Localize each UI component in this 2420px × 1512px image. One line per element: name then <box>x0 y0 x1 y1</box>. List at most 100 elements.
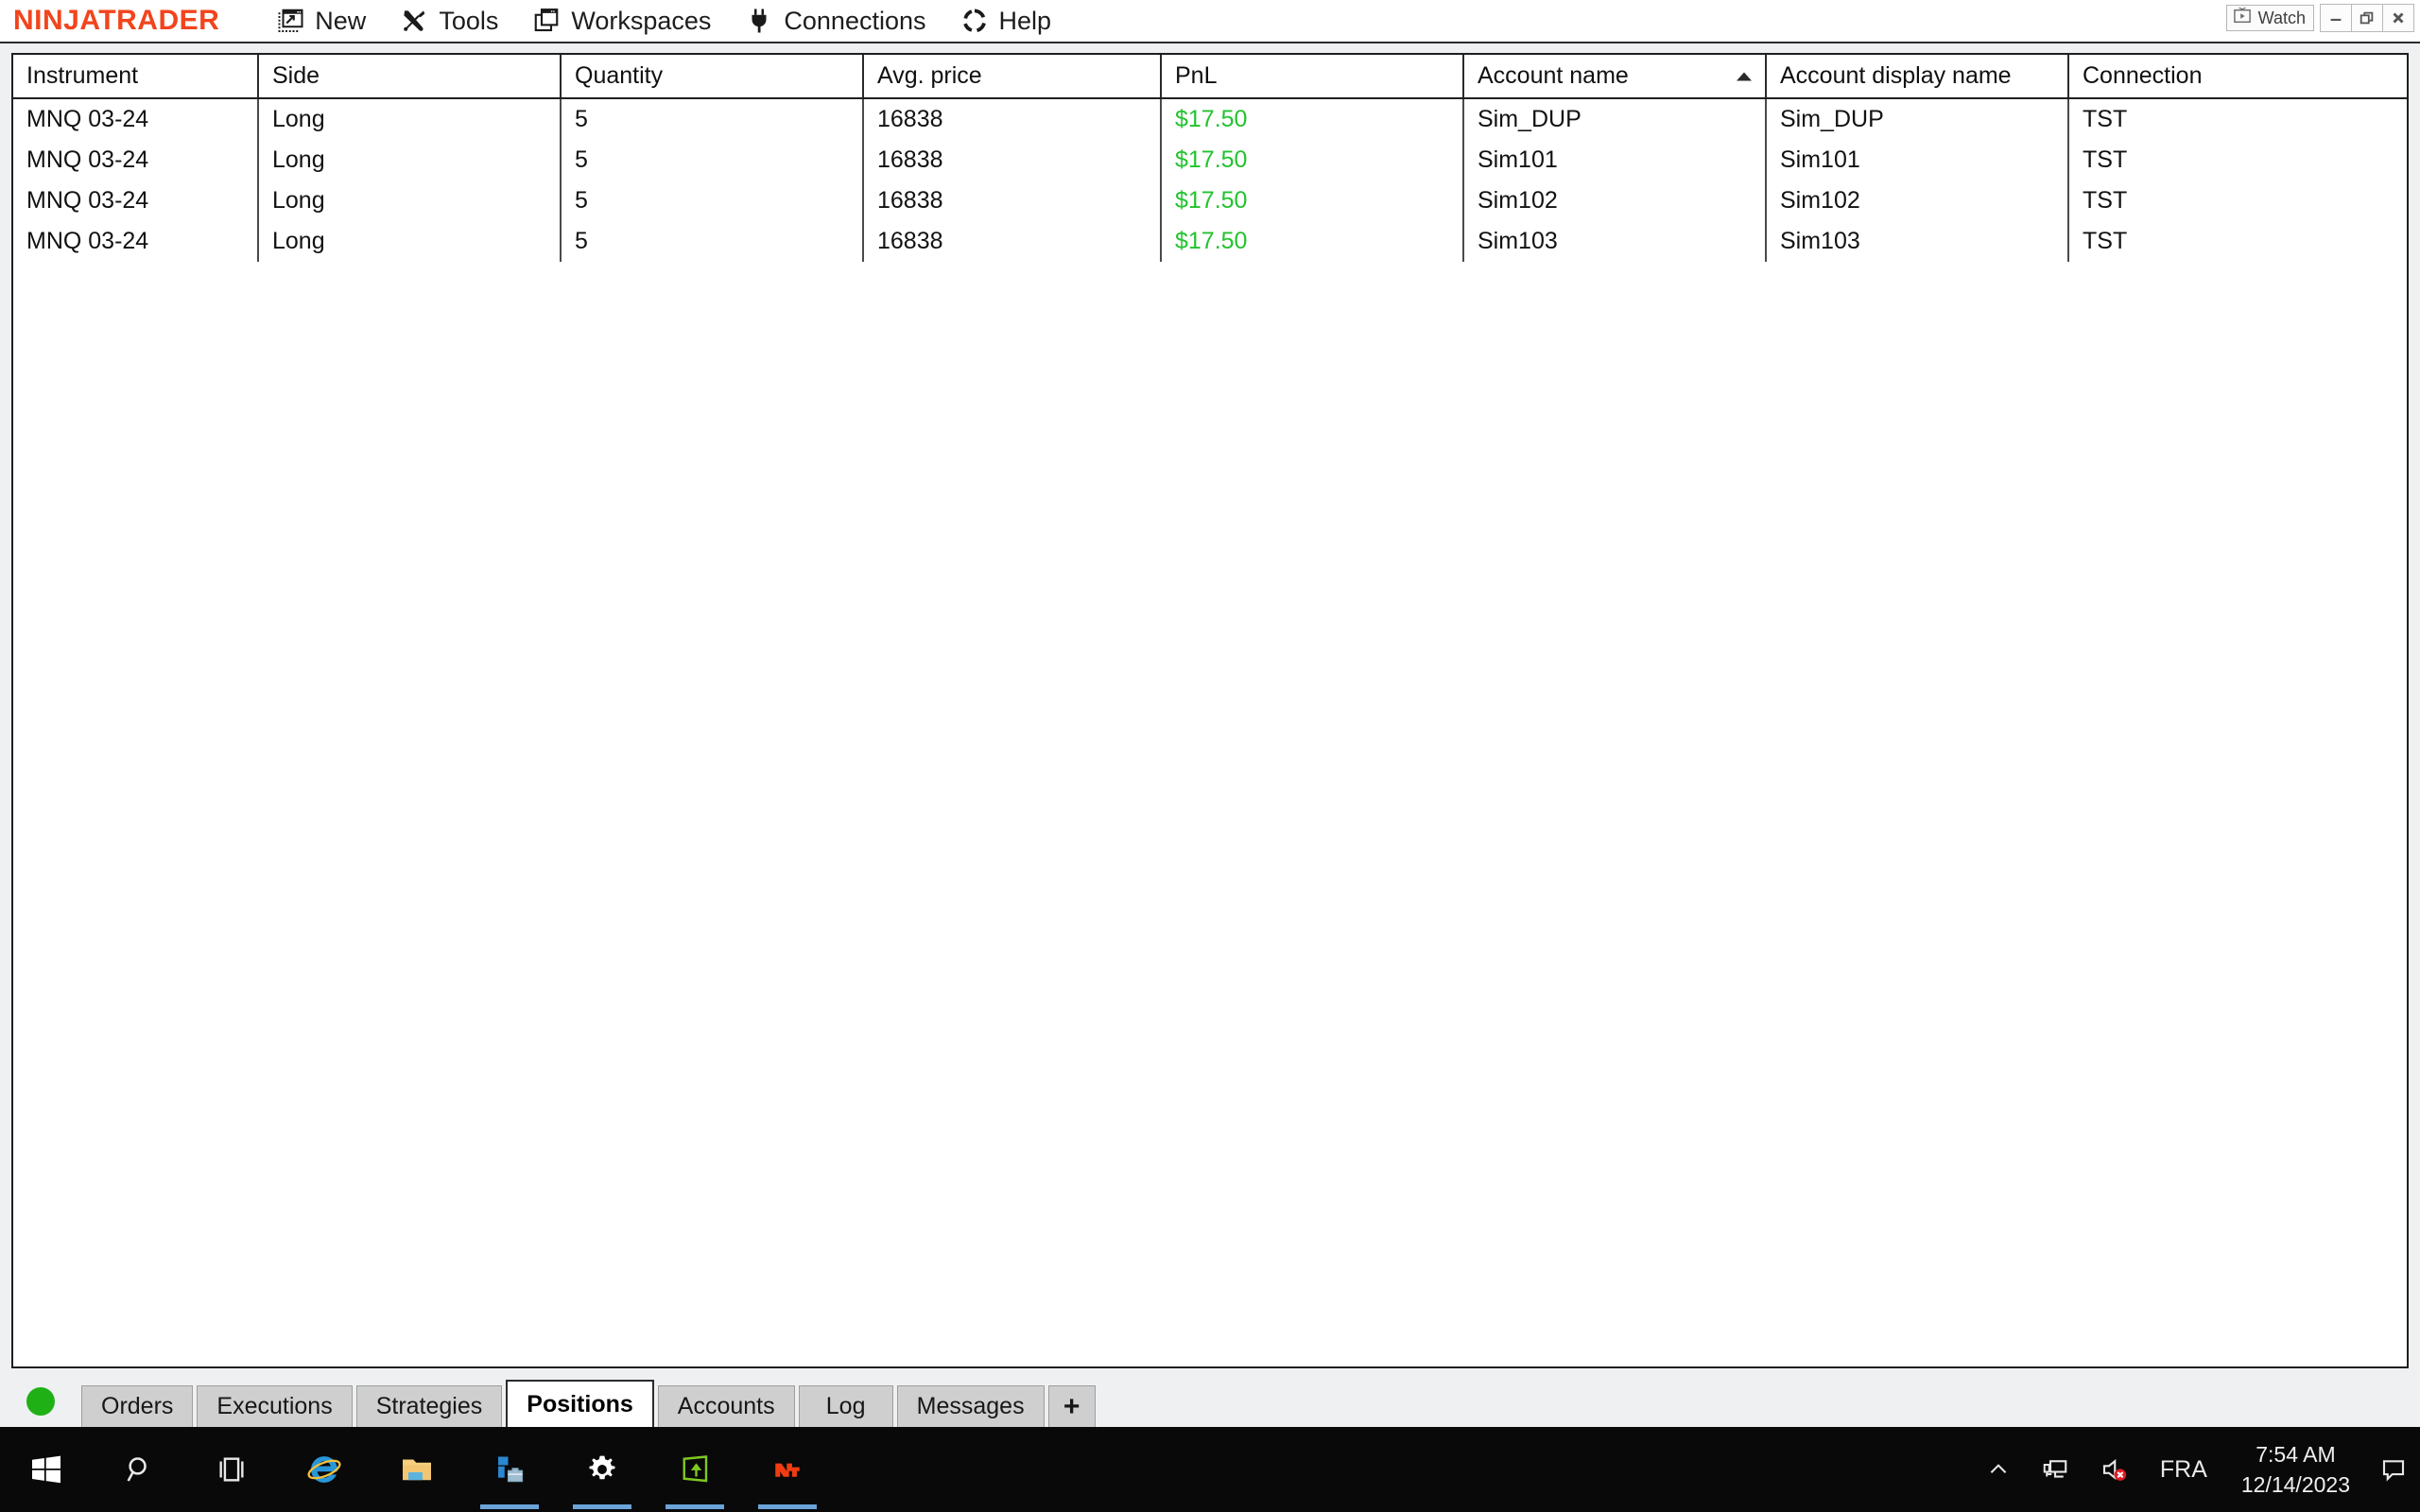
menu-item-workspaces-label: Workspaces <box>571 6 712 35</box>
cell-avg-price: 16838 <box>877 187 943 214</box>
window-controls: Watch <box>2225 4 2414 32</box>
action-center-icon[interactable] <box>2367 1427 2420 1512</box>
workspaces-icon <box>532 7 561 35</box>
column-header-account-name[interactable]: Account name <box>1464 55 1767 97</box>
table-row[interactable]: MNQ 03-24 Long 5 16838 $17.50 Sim103 Sim103 TST <box>13 221 2407 262</box>
column-header-account-display-name[interactable]: Account display name <box>1767 55 2069 97</box>
clock-time: 7:54 AM <box>2256 1442 2336 1467</box>
plug-icon <box>745 7 773 35</box>
help-icon <box>960 7 989 35</box>
cell-side: Long <box>272 146 325 173</box>
minimize-button[interactable] <box>2320 4 2352 32</box>
show-hidden-icons-chevron[interactable] <box>1971 1427 2026 1512</box>
restore-button[interactable] <box>2351 4 2383 32</box>
column-header-label: PnL <box>1175 62 1218 89</box>
cell-account-name: Sim101 <box>1478 146 1558 173</box>
menu-item-tools[interactable]: Tools <box>383 0 515 42</box>
tab-log[interactable]: Log <box>798 1385 893 1427</box>
menu-item-workspaces[interactable]: Workspaces <box>515 0 728 42</box>
windows-start-icon[interactable] <box>0 1427 93 1512</box>
add-tab-button[interactable]: + <box>1047 1385 1096 1427</box>
column-header-label: Connection <box>2083 62 2203 89</box>
menu-item-connections-label: Connections <box>784 6 926 35</box>
cell-instrument: MNQ 03-24 <box>26 106 149 132</box>
cell-account-display-name: Sim_DUP <box>1780 106 1884 132</box>
tab-positions[interactable]: Positions <box>506 1380 654 1427</box>
system-tray: FRA 7:54 AM 12/14/2023 <box>1971 1427 2420 1512</box>
menu-item-help-label: Help <box>998 6 1052 35</box>
column-header-label: Account display name <box>1780 62 2012 89</box>
column-header-avg-price[interactable]: Avg. price <box>864 55 1162 97</box>
tools-icon <box>400 7 428 35</box>
column-header-instrument[interactable]: Instrument <box>13 55 259 97</box>
task-view-icon[interactable] <box>185 1427 278 1512</box>
column-header-label: Account name <box>1478 62 1629 89</box>
menu-item-new[interactable]: New <box>259 0 383 42</box>
column-header-side[interactable]: Side <box>259 55 562 97</box>
restore-icon <box>2359 9 2376 26</box>
menu-item-help[interactable]: Help <box>943 0 1069 42</box>
cell-account-display-name: Sim101 <box>1780 146 1860 173</box>
column-separator <box>257 99 259 262</box>
connection-status-indicator[interactable] <box>0 1376 81 1427</box>
cell-instrument: MNQ 03-24 <box>26 146 149 173</box>
watch-play-icon <box>2232 6 2253 29</box>
tab-messages[interactable]: Messages <box>896 1385 1045 1427</box>
grid-body: MNQ 03-24 Long 5 16838 $17.50 Sim_DUP Sim_DUP T… <box>13 99 2407 262</box>
cell-connection: TST <box>2083 146 2128 173</box>
column-header-label: Avg. price <box>877 62 982 89</box>
status-dot-green <box>26 1387 55 1416</box>
cell-side: Long <box>272 106 325 132</box>
cell-connection: TST <box>2083 106 2128 132</box>
tab-orders[interactable]: Orders <box>81 1385 194 1427</box>
windows-taskbar: FRA 7:54 AM 12/14/2023 <box>0 1427 2420 1512</box>
application-menu-bar: NINJATRADER New Tools Workspaces Connect… <box>0 0 2420 43</box>
sort-ascending-icon <box>1737 72 1752 80</box>
new-window-icon <box>276 7 304 35</box>
tab-strategies[interactable]: Strategies <box>355 1385 503 1427</box>
cell-connection: TST <box>2083 187 2128 214</box>
column-header-quantity[interactable]: Quantity <box>562 55 864 97</box>
cell-account-display-name: Sim102 <box>1780 187 1860 214</box>
menu-item-new-label: New <box>315 6 367 35</box>
cell-pnl: $17.50 <box>1175 146 1248 173</box>
file-explorer-icon[interactable] <box>371 1427 463 1512</box>
column-header-pnl[interactable]: PnL <box>1162 55 1464 97</box>
column-header-label: Quantity <box>575 62 664 89</box>
volume-muted-icon[interactable] <box>2084 1427 2143 1512</box>
watch-label: Watch <box>2257 8 2306 27</box>
cell-quantity: 5 <box>575 106 588 132</box>
ninjatrader-icon[interactable] <box>741 1427 834 1512</box>
cell-quantity: 5 <box>575 187 588 214</box>
watch-button[interactable]: Watch <box>2225 5 2314 31</box>
close-button[interactable] <box>2382 4 2414 32</box>
table-row[interactable]: MNQ 03-24 Long 5 16838 $17.50 Sim102 Sim102 TST <box>13 180 2407 221</box>
column-header-connection[interactable]: Connection <box>2069 55 2395 97</box>
positions-grid[interactable]: Instrument Side Quantity Avg. price PnL Accou… <box>11 53 2409 1368</box>
language-indicator[interactable]: FRA <box>2143 1456 2224 1484</box>
installer-toolbox-icon[interactable] <box>463 1427 556 1512</box>
upload-arrow-icon[interactable] <box>648 1427 741 1512</box>
cell-side: Long <box>272 187 325 214</box>
cell-quantity: 5 <box>575 228 588 254</box>
menu-item-connections[interactable]: Connections <box>728 0 942 42</box>
search-icon[interactable] <box>93 1427 185 1512</box>
column-separator <box>1765 99 1767 262</box>
table-row[interactable]: MNQ 03-24 Long 5 16838 $17.50 Sim101 Sim101 TST <box>13 140 2407 180</box>
cell-pnl: $17.50 <box>1175 106 1248 132</box>
table-row[interactable]: MNQ 03-24 Long 5 16838 $17.50 Sim_DUP Sim_DUP T… <box>13 99 2407 140</box>
column-header-label: Side <box>272 62 320 89</box>
internet-explorer-icon[interactable] <box>278 1427 371 1512</box>
tab-executions[interactable]: Executions <box>197 1385 353 1427</box>
cell-avg-price: 16838 <box>877 146 943 173</box>
cell-pnl: $17.50 <box>1175 187 1248 214</box>
ninjatrader-logo: NINJATRADER <box>13 5 220 36</box>
cell-instrument: MNQ 03-24 <box>26 228 149 254</box>
cell-account-name: Sim102 <box>1478 187 1558 214</box>
taskbar-clock[interactable]: 7:54 AM 12/14/2023 <box>2224 1427 2367 1512</box>
tab-accounts[interactable]: Accounts <box>657 1385 795 1427</box>
settings-gear-icon[interactable] <box>556 1427 648 1512</box>
network-icon[interactable] <box>2026 1427 2084 1512</box>
column-separator <box>862 99 864 262</box>
minimize-icon <box>2327 9 2344 26</box>
